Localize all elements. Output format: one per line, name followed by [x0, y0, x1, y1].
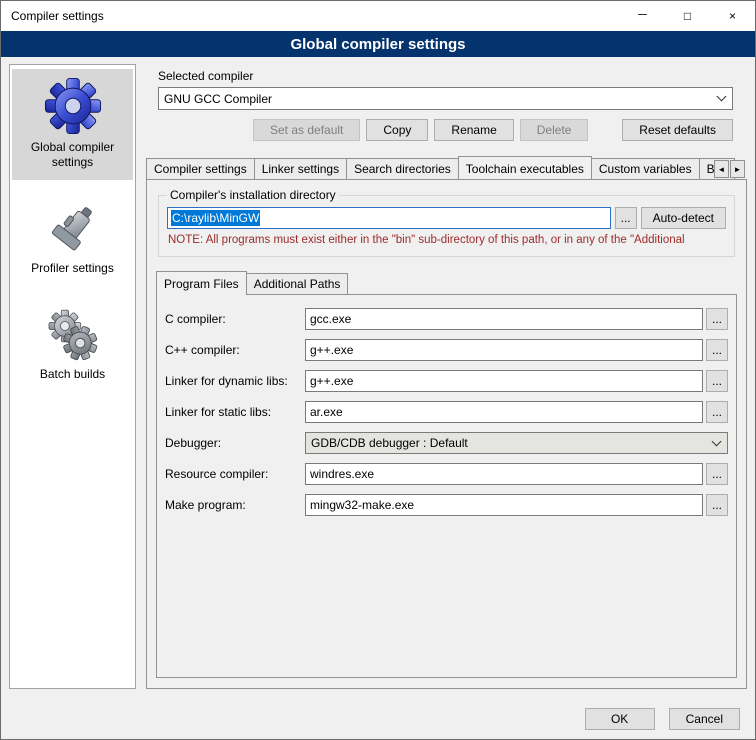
auto-detect-button[interactable]: Auto-detect [641, 207, 726, 229]
delete-button: Delete [520, 119, 589, 141]
resource-compiler-browse-button[interactable]: ... [706, 463, 728, 485]
blue-gear-icon [44, 77, 102, 135]
set-as-default-button: Set as default [253, 119, 360, 141]
debugger-value: GDB/CDB debugger : Default [311, 436, 707, 450]
maximize-icon: □ [684, 9, 691, 23]
resource-compiler-label: Resource compiler: [165, 467, 305, 481]
toolchain-executables-panel: Compiler's installation directory C:\ray… [146, 179, 747, 689]
tab-custom-variables[interactable]: Custom variables [591, 158, 700, 179]
rename-button[interactable]: Rename [434, 119, 513, 141]
installation-directory-browse-button[interactable]: ... [615, 207, 637, 229]
window-controls: ─ □ × [620, 1, 755, 31]
sidebar-item-label: Global compiler settings [14, 140, 131, 170]
cpp-compiler-label: C++ compiler: [165, 343, 305, 357]
maximize-button[interactable]: □ [665, 1, 710, 31]
arrow-left-icon: ◄ [718, 165, 726, 174]
titlebar[interactable]: Compiler settings ─ □ × [1, 1, 755, 31]
page-title: Global compiler settings [290, 36, 465, 53]
installation-directory-value: C:\raylib\MinGW [171, 210, 260, 226]
cpp-compiler-input[interactable] [305, 339, 703, 361]
close-button[interactable]: × [710, 1, 755, 31]
minimize-icon: ─ [638, 7, 647, 21]
selected-compiler-label: Selected compiler [158, 69, 733, 83]
make-program-row: Make program: ... [165, 494, 728, 516]
compiler-settings-window: Compiler settings ─ □ × Global compiler … [0, 0, 756, 740]
copy-button[interactable]: Copy [366, 119, 428, 141]
linker-static-input[interactable] [305, 401, 703, 423]
linker-static-label: Linker for static libs: [165, 405, 305, 419]
c-compiler-input[interactable] [305, 308, 703, 330]
installation-directory-input[interactable]: C:\raylib\MinGW [167, 207, 611, 229]
c-compiler-label: C compiler: [165, 312, 305, 326]
linker-dynamic-row: Linker for dynamic libs: ... [165, 370, 728, 392]
sidebar-item-label: Batch builds [40, 367, 105, 382]
linker-dynamic-label: Linker for dynamic libs: [165, 374, 305, 388]
profiler-tool-icon [46, 202, 100, 256]
c-compiler-row: C compiler: ... [165, 308, 728, 330]
compiler-actions-row: Set as default Copy Rename Delete Reset … [158, 119, 733, 141]
sidebar-item-batch-builds[interactable]: Batch builds [12, 300, 133, 392]
close-icon: × [729, 9, 736, 23]
tab-linker-settings[interactable]: Linker settings [254, 158, 347, 179]
selected-compiler-select[interactable]: GNU GCC Compiler [158, 87, 733, 110]
subtab-program-files[interactable]: Program Files [156, 271, 247, 295]
linker-static-browse-button[interactable]: ... [706, 401, 728, 423]
linker-dynamic-input[interactable] [305, 370, 703, 392]
settings-category-list: Global compiler settings [9, 64, 136, 689]
minimize-button[interactable]: ─ [620, 1, 665, 31]
program-files-tab-bar: Program Files Additional Paths [156, 271, 737, 294]
make-program-input[interactable] [305, 494, 703, 516]
tab-scroll-right-button[interactable]: ► [730, 160, 745, 178]
installation-directory-group: Compiler's installation directory C:\ray… [158, 188, 735, 257]
chevron-down-icon [712, 436, 722, 446]
resource-compiler-input[interactable] [305, 463, 703, 485]
tab-scroll-buttons: ◄ ► [714, 160, 745, 178]
subtab-additional-paths[interactable]: Additional Paths [246, 273, 349, 294]
dialog-content: Global compiler settings [1, 57, 755, 699]
linker-dynamic-browse-button[interactable]: ... [706, 370, 728, 392]
program-files-panel: C compiler: ... C++ compiler: ... Linker… [156, 294, 737, 678]
tab-compiler-settings[interactable]: Compiler settings [146, 158, 255, 179]
make-program-label: Make program: [165, 498, 305, 512]
reset-defaults-button[interactable]: Reset defaults [622, 119, 733, 141]
installation-directory-group-title: Compiler's installation directory [167, 188, 339, 202]
debugger-label: Debugger: [165, 436, 305, 450]
cpp-compiler-browse-button[interactable]: ... [706, 339, 728, 361]
debugger-row: Debugger: GDB/CDB debugger : Default [165, 432, 728, 454]
sidebar-item-label: Profiler settings [31, 261, 114, 276]
tab-search-directories[interactable]: Search directories [346, 158, 459, 179]
resource-compiler-row: Resource compiler: ... [165, 463, 728, 485]
arrow-right-icon: ► [734, 165, 742, 174]
cpp-compiler-row: C++ compiler: ... [165, 339, 728, 361]
window-title: Compiler settings [1, 9, 104, 23]
debugger-select[interactable]: GDB/CDB debugger : Default [305, 432, 728, 454]
settings-tab-bar: Compiler settings Linker settings Search… [146, 156, 747, 179]
sidebar-item-profiler-settings[interactable]: Profiler settings [12, 194, 133, 286]
chevron-down-icon [717, 92, 727, 102]
cancel-button[interactable]: Cancel [669, 708, 740, 730]
tab-scroll-left-button[interactable]: ◄ [714, 160, 729, 178]
selected-compiler-value: GNU GCC Compiler [164, 92, 712, 106]
make-program-browse-button[interactable]: ... [706, 494, 728, 516]
tab-toolchain-executables[interactable]: Toolchain executables [458, 156, 592, 179]
installation-directory-row: C:\raylib\MinGW ... Auto-detect [167, 207, 726, 229]
page-title-banner: Global compiler settings [1, 31, 755, 57]
dialog-footer: OK Cancel [1, 699, 755, 739]
ok-button[interactable]: OK [585, 708, 655, 730]
gray-gears-icon [46, 308, 100, 362]
sidebar-item-global-compiler-settings[interactable]: Global compiler settings [12, 69, 133, 180]
c-compiler-browse-button[interactable]: ... [706, 308, 728, 330]
main-panel: Selected compiler GNU GCC Compiler Set a… [146, 64, 747, 699]
linker-static-row: Linker for static libs: ... [165, 401, 728, 423]
bin-subdirectory-note: NOTE: All programs must exist either in … [168, 234, 726, 246]
